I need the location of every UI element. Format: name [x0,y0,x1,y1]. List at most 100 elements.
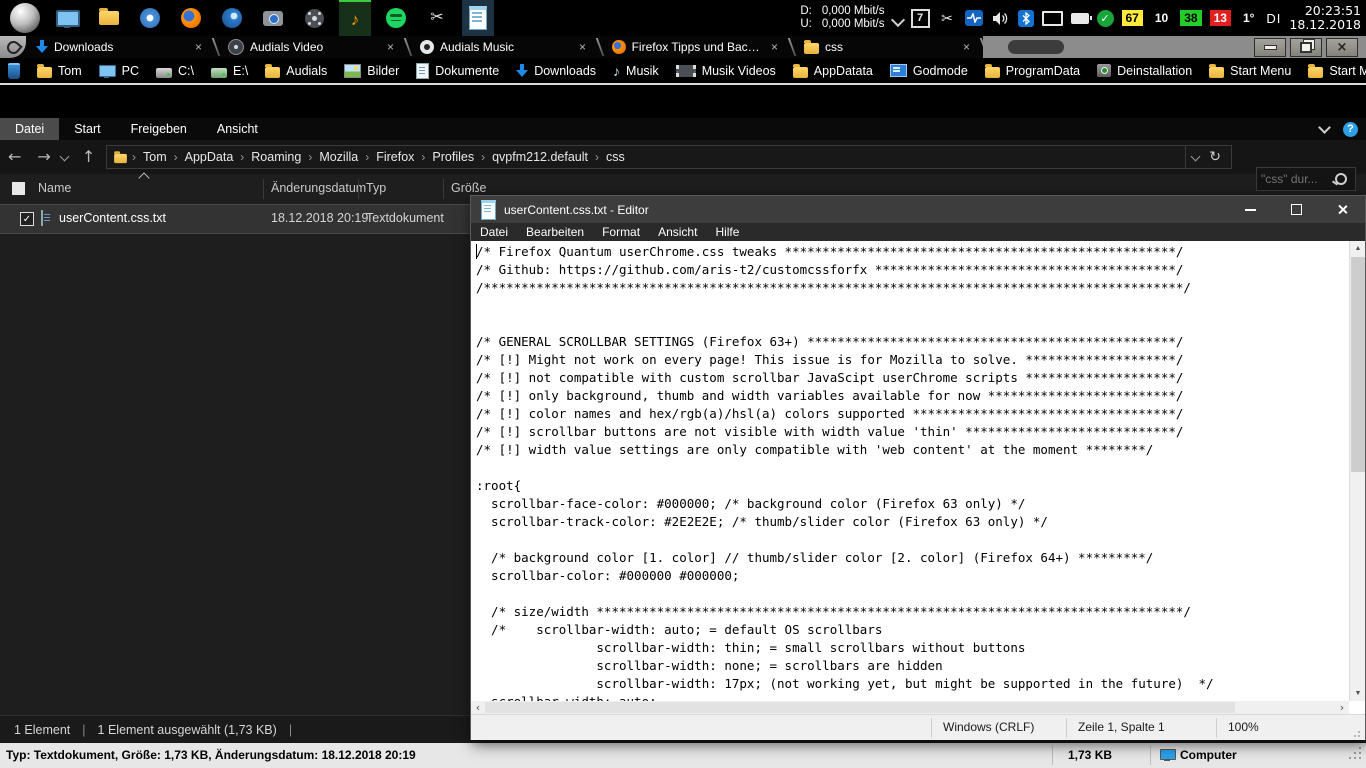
network-status-icon[interactable] [1042,11,1063,26]
bookmark-item[interactable]: Dokumente [416,63,499,79]
breadcrumb-appdata[interactable]: AppData [182,150,237,164]
bookmark-item[interactable]: Musik Videos [676,64,776,78]
help-icon[interactable]: ? [1343,122,1358,137]
scroll-left-icon[interactable]: ‹ [471,701,485,714]
breadcrumb-profiles[interactable]: Profiles [429,150,477,164]
column-divider[interactable] [443,179,444,199]
breadcrumb-roaming[interactable]: Roaming [248,150,304,164]
forward-icon[interactable]: → [29,149,58,165]
tab-css[interactable]: css × [796,36,980,58]
close-tab-icon[interactable]: × [769,41,780,53]
row-checkbox[interactable]: ✓ [20,212,34,226]
menu-bearbeiten[interactable]: Bearbeiten [517,225,593,239]
refresh-icon[interactable]: ↻ [1209,150,1221,164]
close-button[interactable] [1319,196,1365,223]
bookmark-item[interactable]: Start Menu alle [1308,64,1366,78]
ribbon-collapse-chevron-icon[interactable] [1318,121,1331,134]
column-header-size[interactable]: Größe [451,181,486,195]
vertical-scrollbar[interactable]: ▲ ▼ [1349,241,1365,701]
vertical-scroll-thumb[interactable] [1351,257,1365,472]
menu-hilfe[interactable]: Hilfe [706,225,748,239]
menu-ansicht[interactable]: Ansicht [649,225,706,239]
new-tab-button[interactable] [1008,40,1064,54]
restore-button[interactable] [1290,38,1322,57]
close-tab-icon[interactable]: × [577,41,588,53]
breadcrumb-tom[interactable]: Tom [140,150,170,164]
taskbar-icon-notepad[interactable] [462,0,494,36]
minimize-button[interactable] [1254,38,1286,57]
history-chevron-icon[interactable] [59,151,69,161]
clock[interactable]: 20:23:51 18.12.2018 [1289,4,1361,33]
bookmark-item[interactable]: C:\ [156,64,194,78]
power-icon[interactable] [1071,13,1089,24]
taskbar-icon-spotify[interactable] [380,0,412,36]
taskbar-icon-display[interactable] [52,0,84,36]
volume-icon[interactable] [991,9,1010,28]
taskbar-icon-explorer[interactable] [93,0,125,36]
editor-titlebar[interactable]: userContent.css.txt - Editor [471,196,1365,223]
taskbar-icon-audials[interactable]: ♪ [339,0,371,36]
close-button[interactable]: × [1326,38,1358,57]
close-tab-icon[interactable]: × [193,41,204,53]
breadcrumb-profile-folder[interactable]: qvpfm212.default [489,150,591,164]
resize-grip[interactable] [1358,731,1360,733]
scroll-up-icon[interactable]: ▲ [1350,241,1366,256]
address-breadcrumb-field[interactable]: › Tom › AppData › Roaming › Mozilla › Fi… [106,145,1232,169]
column-divider[interactable] [358,179,359,199]
bookmark-item[interactable]: E:\ [211,64,248,78]
activity-monitor-icon[interactable] [965,10,983,26]
bookmark-item[interactable]: Tom [37,64,82,78]
taskbar-icon-chromium[interactable] [134,0,166,36]
temp-badge-yellow[interactable]: 67 [1122,10,1143,26]
bookmark-item[interactable]: Deinstallation [1097,64,1192,78]
temp-badge-plain[interactable]: 10 [1151,10,1172,26]
bookmark-item[interactable]: ProgramData [985,64,1080,78]
close-tab-icon[interactable]: × [385,41,396,53]
select-all-checkbox[interactable] [12,182,25,195]
menu-datei[interactable]: Datei [0,118,59,140]
tray-overflow-chevron-icon[interactable] [890,13,904,27]
bluetooth-icon[interactable] [1018,10,1034,27]
bookmark-item[interactable]: PC [99,64,139,78]
menu-freigeben[interactable]: Freigeben [116,118,202,140]
start-orb-icon[interactable] [10,3,40,33]
bookmark-item[interactable]: Bilder [344,64,399,78]
tab-audials-video[interactable]: Audials Video × [220,36,404,58]
back-icon[interactable]: ← [0,149,29,165]
scroll-down-icon[interactable]: ▼ [1350,686,1366,701]
resize-grip[interactable] [1354,752,1356,754]
tab-downloads[interactable]: Downloads × [28,36,212,58]
close-tab-icon[interactable]: × [961,41,972,53]
minimize-button[interactable] [1227,196,1273,223]
up-icon[interactable]: ↑ [74,149,103,165]
taskbar-icon-thunderbird[interactable] [216,0,248,36]
temperature-badge[interactable]: 1° [1239,10,1258,26]
address-dropdown-chevron-icon[interactable] [1191,151,1201,161]
column-header-type[interactable]: Typ [366,181,386,195]
bookmark-item[interactable]: Downloads [516,64,596,78]
bookmark-item[interactable]: AppDatata [793,64,873,78]
taskbar-icon-photos[interactable] [257,0,289,36]
temp-badge-green[interactable]: 38 [1180,10,1201,26]
bookmark-item[interactable]: Audials [265,64,327,78]
breadcrumb-mozilla[interactable]: Mozilla [316,150,361,164]
menu-start[interactable]: Start [59,118,115,140]
bookmark-item[interactable]: Godmode [890,64,968,78]
scroll-right-icon[interactable]: › [1335,701,1349,714]
editor-text[interactable]: /* Firefox Quantum userChrome.css tweaks… [471,241,1349,701]
horizontal-scroll-thumb[interactable] [485,702,1235,713]
breadcrumb-css[interactable]: css [603,150,628,164]
column-divider[interactable] [263,179,264,199]
tab-audials-music[interactable]: Audials Music × [412,36,596,58]
menu-format[interactable]: Format [593,225,649,239]
horizontal-scrollbar[interactable]: ‹ › [471,701,1349,714]
column-header-name[interactable]: Name [38,181,71,195]
bookmark-item[interactable]: Start Menu [1209,64,1291,78]
editor-text-area[interactable]: /* Firefox Quantum userChrome.css tweaks… [471,241,1349,701]
maximize-button[interactable] [1273,196,1319,223]
menu-ansicht[interactable]: Ansicht [202,118,273,140]
column-header-date[interactable]: Änderungsdatum [271,181,366,195]
taskbar-icon-snipping[interactable]: ✂ [421,0,453,36]
defender-icon[interactable]: ✓ [1097,10,1114,27]
bookmark-recycle-bin[interactable] [8,63,20,79]
